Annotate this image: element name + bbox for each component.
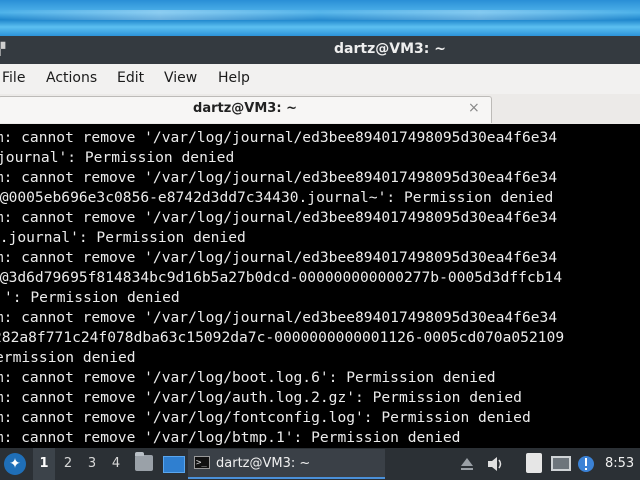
workspace-4-button[interactable]: 4 xyxy=(105,448,127,480)
task-label: dartz@VM3: ~ xyxy=(216,456,311,471)
eject-icon[interactable] xyxy=(459,456,475,472)
clock[interactable]: 8:53 xyxy=(605,448,634,480)
menu-help[interactable]: Help xyxy=(218,70,250,86)
start-menu-icon[interactable]: ✦ xyxy=(4,453,26,475)
taskbar: ✦ 1 2 3 4 >_ dartz@VM3: ~ 8:53 xyxy=(0,448,640,480)
window-titlebar[interactable]: ▞ dartz@VM3: ~ xyxy=(0,36,640,64)
terminal-line: ': Permission denied xyxy=(4,289,180,306)
menu-bar: File Actions Edit View Help xyxy=(0,64,640,94)
terminal-line: ermission denied xyxy=(0,349,136,366)
menu-actions[interactable]: Actions xyxy=(46,70,97,86)
workspace-3-button[interactable]: 3 xyxy=(81,448,103,480)
workspace-1-button[interactable]: 1 xyxy=(33,448,55,480)
terminal-icon: >_ xyxy=(194,456,210,469)
show-desktop-icon[interactable] xyxy=(163,456,185,473)
terminal-line: rm: cannot remove '/var/log/journal/ed3b… xyxy=(0,169,558,186)
workspace-2-button[interactable]: 2 xyxy=(57,448,79,480)
terminal-line: 282a8f771c24f078dba63c15092da7c-00000000… xyxy=(0,329,565,346)
terminal-line: 0.journal': Permission denied xyxy=(0,229,246,246)
volume-icon[interactable] xyxy=(487,456,505,472)
tab-title: dartz@VM3: ~ xyxy=(193,101,297,116)
terminal-line: rm: cannot remove '/var/log/journal/ed3b… xyxy=(0,249,558,266)
terminal-line: journal': Permission denied xyxy=(0,149,235,166)
terminal-line: rm: cannot remove '/var/log/fontconfig.l… xyxy=(0,409,531,426)
tab-bar: dartz@VM3: ~ × xyxy=(0,94,640,125)
terminal-line: rm: cannot remove '/var/log/btmp.1': Per… xyxy=(0,429,461,446)
desktop-wallpaper xyxy=(0,0,640,36)
network-icon[interactable] xyxy=(576,454,596,474)
terminal-line: rm: cannot remove '/var/log/boot.log.6':… xyxy=(0,369,496,386)
menu-edit[interactable]: Edit xyxy=(117,70,144,86)
terminal-line: rm: cannot remove '/var/log/journal/ed3b… xyxy=(0,209,558,226)
terminal-line: rm: cannot remove '/var/log/journal/ed3b… xyxy=(0,309,558,326)
terminal-line: 0@3d6d79695f814834bc9d16b5a27b0dcd-00000… xyxy=(0,269,563,286)
terminal-output[interactable]: rm: cannot remove '/var/log/journal/ed3b… xyxy=(0,124,640,448)
tab-close-icon[interactable]: × xyxy=(468,100,480,116)
menu-file[interactable]: File xyxy=(2,70,25,86)
monitor-icon[interactable] xyxy=(551,456,571,471)
window-title: dartz@VM3: ~ xyxy=(334,41,446,57)
menu-view[interactable]: View xyxy=(164,70,197,86)
terminal-line: rm: cannot remove '/var/log/journal/ed3b… xyxy=(0,129,558,146)
file-manager-icon[interactable] xyxy=(135,452,153,471)
terminal-tab[interactable]: dartz@VM3: ~ × xyxy=(0,96,492,123)
terminal-task-button[interactable]: >_ dartz@VM3: ~ xyxy=(188,449,385,479)
terminal-line: 0@0005eb696e3c0856-e8742d3dd7c34430.jour… xyxy=(0,189,554,206)
clipboard-icon[interactable] xyxy=(526,453,542,473)
terminal-line: rm: cannot remove '/var/log/auth.log.2.g… xyxy=(0,389,522,406)
